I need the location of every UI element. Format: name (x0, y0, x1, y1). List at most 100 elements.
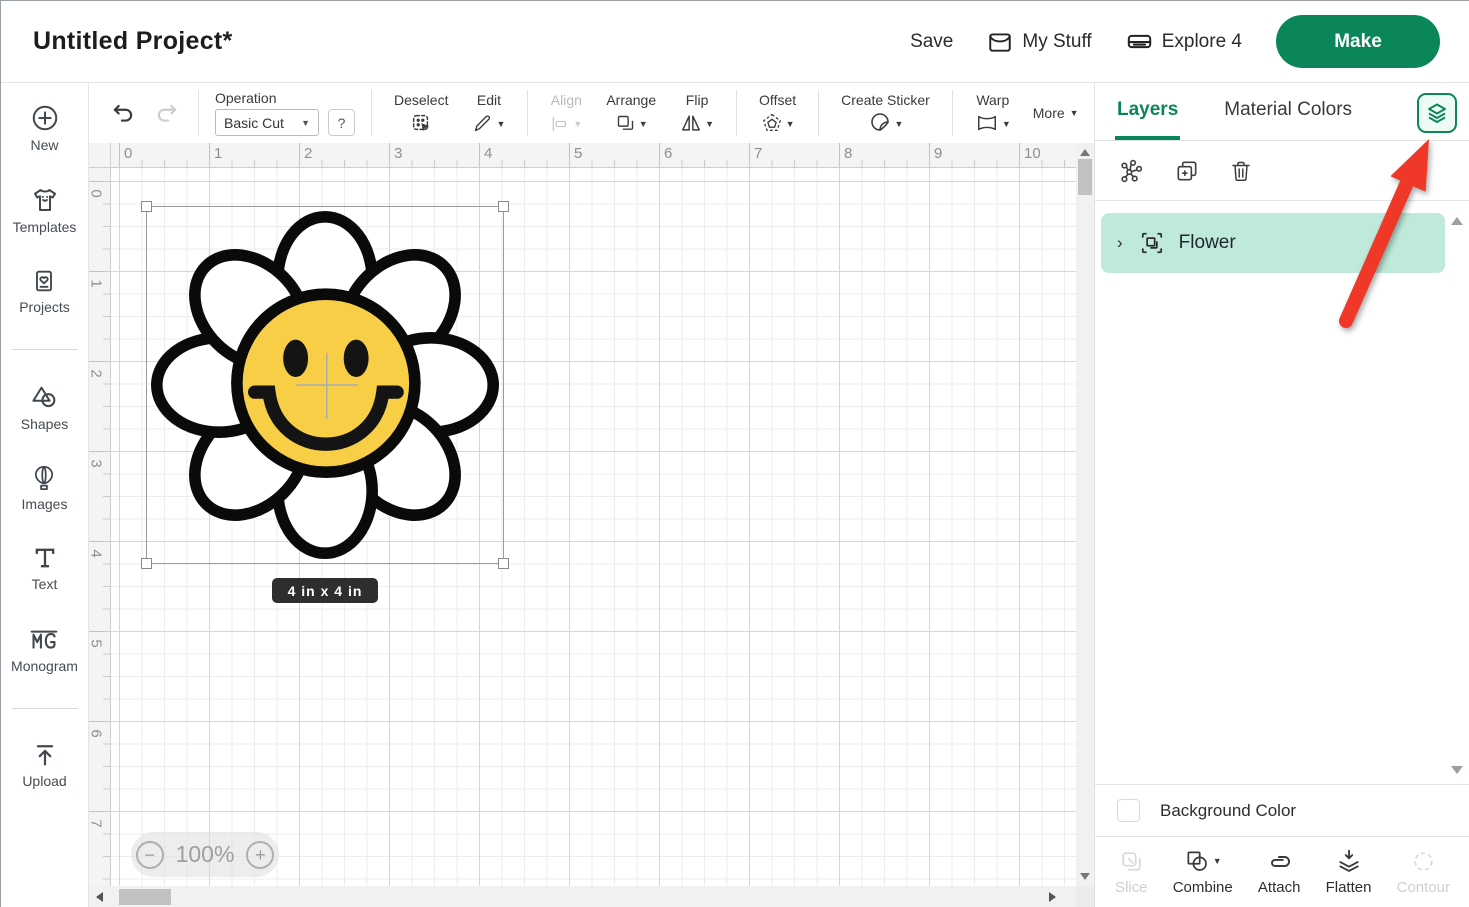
chevron-down-icon: ▼ (496, 114, 505, 134)
edit-button[interactable]: Edit ▼ (460, 92, 517, 134)
sidebar-divider (12, 708, 78, 709)
my-stuff-icon (987, 29, 1013, 55)
resize-handle-top-left[interactable] (141, 201, 152, 212)
attach-button[interactable]: Attach (1258, 848, 1301, 896)
slice-icon (1119, 848, 1144, 874)
weld-group-icon[interactable] (1119, 158, 1145, 184)
slice-button: Slice (1115, 848, 1148, 896)
flip-button[interactable]: Flip ▼ (668, 92, 726, 134)
toolbar-divider (527, 90, 528, 136)
flip-icon (680, 112, 702, 134)
zoom-control: − 100% + (131, 832, 279, 877)
edit-toolbar: Operation Basic Cut ▼ ? Deselect Edit ▼ (90, 83, 1094, 143)
layers-panel-toggle-button[interactable] (1417, 93, 1457, 133)
warp-button[interactable]: Warp ▼ (963, 92, 1023, 134)
shapes-icon (29, 382, 59, 412)
scroll-up-arrow[interactable] (1080, 149, 1090, 156)
tab-material-colors[interactable]: Material Colors (1222, 83, 1354, 140)
align-button: Align ▼ (538, 92, 594, 134)
more-button[interactable]: More ▼ (1023, 103, 1089, 123)
scroll-down-arrow[interactable] (1080, 873, 1090, 880)
sidebar-item-new[interactable]: New (30, 103, 60, 153)
vertical-scroll-thumb[interactable] (1078, 159, 1092, 195)
delete-trash-icon[interactable] (1229, 159, 1253, 183)
chevron-down-icon: ▼ (705, 114, 714, 134)
zoom-level: 100% (176, 841, 235, 868)
tab-layers[interactable]: Layers (1115, 83, 1180, 140)
sidebar-item-shapes[interactable]: Shapes (21, 382, 68, 432)
monogram-icon (28, 624, 60, 654)
flatten-button[interactable]: Flatten (1326, 848, 1372, 896)
list-scroll-up-arrow[interactable] (1451, 217, 1463, 225)
flower-image[interactable] (147, 207, 503, 563)
offset-button[interactable]: Offset ▼ (747, 92, 808, 134)
operation-block: Operation Basic Cut ▼ ? (209, 90, 361, 136)
contour-button: Contour (1397, 848, 1450, 896)
horizontal-scroll-thumb[interactable] (119, 889, 171, 905)
tshirt-icon (30, 185, 60, 215)
contour-icon (1411, 848, 1436, 874)
deselect-button[interactable]: Deselect (382, 92, 460, 134)
background-color-row: Background Color (1095, 784, 1469, 836)
selection-box[interactable] (146, 206, 504, 564)
ruler-corner (89, 143, 111, 168)
project-title: Untitled Project* (33, 27, 233, 56)
chevron-down-icon: ▼ (1213, 851, 1222, 871)
group-select-icon (1139, 230, 1165, 256)
background-color-label: Background Color (1160, 801, 1296, 821)
resize-handle-bottom-left[interactable] (141, 558, 152, 569)
sidebar-item-projects[interactable]: Projects (19, 267, 70, 315)
expand-chevron-icon[interactable]: › (1117, 233, 1123, 253)
deselect-icon (410, 112, 432, 134)
hot-air-balloon-icon (30, 464, 58, 492)
arrange-icon (615, 113, 636, 134)
zoom-in-button[interactable]: + (246, 841, 274, 869)
upload-icon (31, 741, 59, 769)
horizontal-scrollbar[interactable] (89, 886, 1076, 907)
scroll-left-arrow[interactable] (96, 892, 103, 902)
chevron-down-icon: ▼ (1070, 103, 1079, 123)
ruler-horizontal: 012345678910 (111, 143, 1076, 168)
offset-icon (761, 112, 783, 134)
save-button[interactable]: Save (910, 31, 953, 53)
list-scroll-down-arrow[interactable] (1451, 766, 1463, 774)
sidebar-item-monogram[interactable]: Monogram (11, 624, 78, 674)
explore-machine-button[interactable]: Explore 4 (1126, 28, 1242, 55)
redo-button (154, 100, 180, 126)
resize-handle-bottom-right[interactable] (498, 558, 509, 569)
resize-handle-top-right[interactable] (498, 201, 509, 212)
text-icon (31, 544, 59, 572)
flatten-icon (1336, 848, 1362, 874)
layer-row-flower[interactable]: › Flower (1101, 213, 1445, 273)
scroll-right-arrow[interactable] (1049, 892, 1056, 902)
make-button[interactable]: Make (1276, 15, 1440, 68)
undo-button[interactable] (110, 100, 136, 126)
design-canvas[interactable]: 012345678910 01234567 (89, 143, 1094, 907)
arrange-button[interactable]: Arrange ▼ (594, 92, 668, 134)
combine-button[interactable]: ▼ Combine (1173, 848, 1233, 896)
background-color-checkbox[interactable] (1117, 799, 1140, 822)
my-stuff-button[interactable]: My Stuff (987, 29, 1091, 55)
sidebar-item-images[interactable]: Images (22, 464, 68, 512)
chevron-down-icon: ▼ (895, 114, 904, 134)
layers-panel: Layers Material Colors (1094, 83, 1469, 907)
create-sticker-button[interactable]: Create Sticker ▼ (829, 92, 942, 134)
sidebar-item-text[interactable]: Text (31, 544, 59, 592)
toolbar-divider (198, 90, 199, 136)
chevron-down-icon: ▼ (639, 114, 648, 134)
plus-circle-icon (30, 103, 60, 133)
sidebar-item-upload[interactable]: Upload (22, 741, 66, 789)
pencil-icon (472, 113, 493, 134)
sidebar-item-templates[interactable]: Templates (13, 185, 77, 235)
duplicate-icon[interactable] (1174, 158, 1200, 184)
zoom-out-button[interactable]: − (136, 841, 164, 869)
toolbar-divider (371, 90, 372, 136)
layers-stack-icon (1425, 101, 1449, 125)
vertical-scrollbar[interactable] (1076, 143, 1094, 886)
combine-icon (1184, 848, 1210, 874)
sticker-icon (868, 110, 892, 134)
operation-help-button[interactable]: ? (328, 109, 355, 136)
toolbar-divider (952, 90, 953, 136)
operation-label: Operation (215, 90, 355, 106)
operation-select[interactable]: Basic Cut ▼ (215, 109, 319, 136)
